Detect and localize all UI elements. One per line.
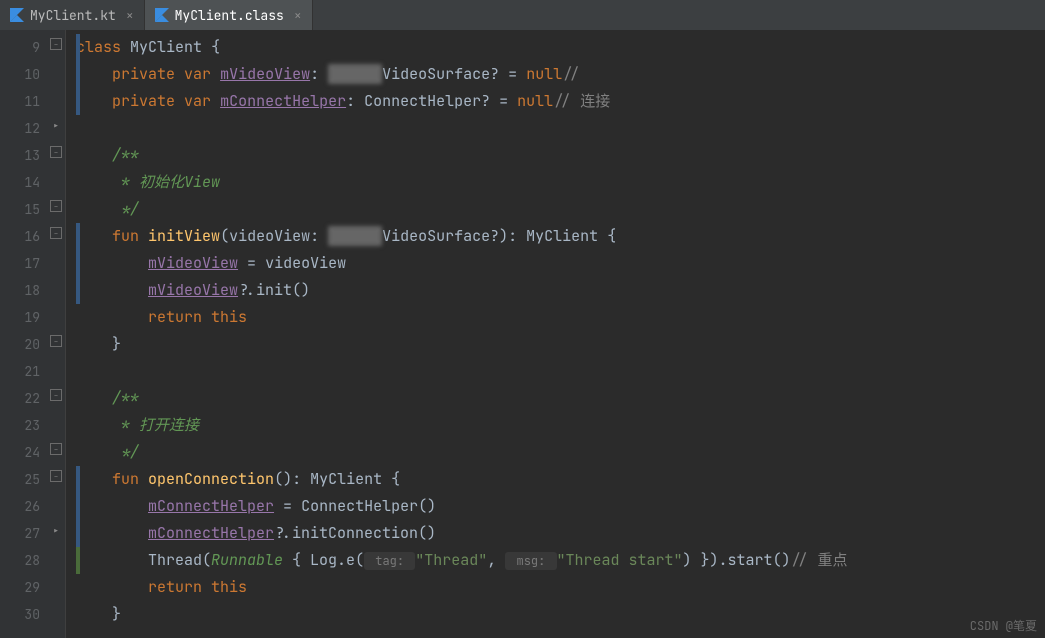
line-number: 10 bbox=[0, 61, 40, 88]
fold-marker-icon[interactable]: − bbox=[50, 146, 62, 158]
line-number: 9 bbox=[0, 34, 40, 61]
doc-comment: /** bbox=[112, 145, 139, 165]
line-number-gutter: 9101112131415161718192021222324252627282… bbox=[0, 30, 48, 638]
parameter-hint: tag: bbox=[364, 552, 415, 570]
redacted-text: xxxxxx bbox=[328, 64, 382, 84]
fold-toggle-icon[interactable]: − bbox=[50, 227, 62, 239]
fold-column: − ▸ − − − − − − − ▸ bbox=[48, 30, 66, 638]
code-area[interactable]: class MyClient { private var mVideoView:… bbox=[66, 30, 1045, 638]
keyword: class bbox=[76, 37, 121, 57]
doc-comment: */ bbox=[112, 442, 139, 462]
line-number: 22 bbox=[0, 385, 40, 412]
fold-closed-icon[interactable]: ▸ bbox=[50, 525, 62, 537]
kotlin-file-icon bbox=[10, 8, 24, 22]
parameter-hint: msg: bbox=[505, 552, 556, 570]
field-mConnectHelper: mConnectHelper bbox=[220, 91, 346, 111]
fun-initView: initView bbox=[148, 226, 220, 246]
field-mVideoView: mVideoView bbox=[220, 64, 310, 84]
line-number: 20 bbox=[0, 331, 40, 358]
line-number: 16 bbox=[0, 223, 40, 250]
close-icon[interactable]: × bbox=[126, 7, 134, 24]
line-number: 17 bbox=[0, 250, 40, 277]
line-number: 21 bbox=[0, 358, 40, 385]
line-number: 24 bbox=[0, 439, 40, 466]
comment: // 连接 bbox=[553, 91, 610, 111]
line-number: 13 bbox=[0, 142, 40, 169]
kotlin-class-icon bbox=[155, 8, 169, 22]
line-number: 15 bbox=[0, 196, 40, 223]
fold-closed-icon[interactable]: ▸ bbox=[50, 120, 62, 132]
close-icon[interactable]: × bbox=[294, 7, 302, 24]
line-number: 14 bbox=[0, 169, 40, 196]
comment: // bbox=[562, 64, 580, 84]
line-number: 30 bbox=[0, 601, 40, 628]
tab-label: MyClient.class bbox=[175, 7, 284, 24]
doc-comment: */ bbox=[112, 199, 139, 219]
fold-marker-icon[interactable]: − bbox=[50, 443, 62, 455]
fold-toggle-icon[interactable]: − bbox=[50, 470, 62, 482]
fold-marker-icon[interactable]: − bbox=[50, 335, 62, 347]
tab-myclient-kt[interactable]: MyClient.kt × bbox=[0, 0, 145, 30]
editor: 9101112131415161718192021222324252627282… bbox=[0, 30, 1045, 638]
line-number: 18 bbox=[0, 277, 40, 304]
line-number: 11 bbox=[0, 88, 40, 115]
doc-comment: * 打开连接 bbox=[112, 415, 199, 435]
line-number: 25 bbox=[0, 466, 40, 493]
doc-comment: /** bbox=[112, 388, 139, 408]
line-number: 26 bbox=[0, 493, 40, 520]
fun-openConnection: openConnection bbox=[148, 469, 274, 489]
tab-bar: MyClient.kt × MyClient.class × bbox=[0, 0, 1045, 30]
line-number: 29 bbox=[0, 574, 40, 601]
watermark: CSDN @笔夏 bbox=[970, 617, 1037, 634]
fold-marker-icon[interactable]: − bbox=[50, 200, 62, 212]
tab-myclient-class[interactable]: MyClient.class × bbox=[145, 0, 313, 30]
fold-toggle-icon[interactable]: − bbox=[50, 38, 62, 50]
doc-comment: * 初始化View bbox=[112, 172, 220, 192]
tab-label: MyClient.kt bbox=[30, 7, 116, 24]
line-number: 23 bbox=[0, 412, 40, 439]
redacted-text: xxxxxx bbox=[328, 226, 382, 246]
line-number: 27 bbox=[0, 520, 40, 547]
fold-marker-icon[interactable]: − bbox=[50, 389, 62, 401]
line-number: 19 bbox=[0, 304, 40, 331]
comment: // 重点 bbox=[791, 550, 848, 570]
line-number: 12 bbox=[0, 115, 40, 142]
class-name: MyClient bbox=[130, 37, 202, 57]
line-number: 28 bbox=[0, 547, 40, 574]
